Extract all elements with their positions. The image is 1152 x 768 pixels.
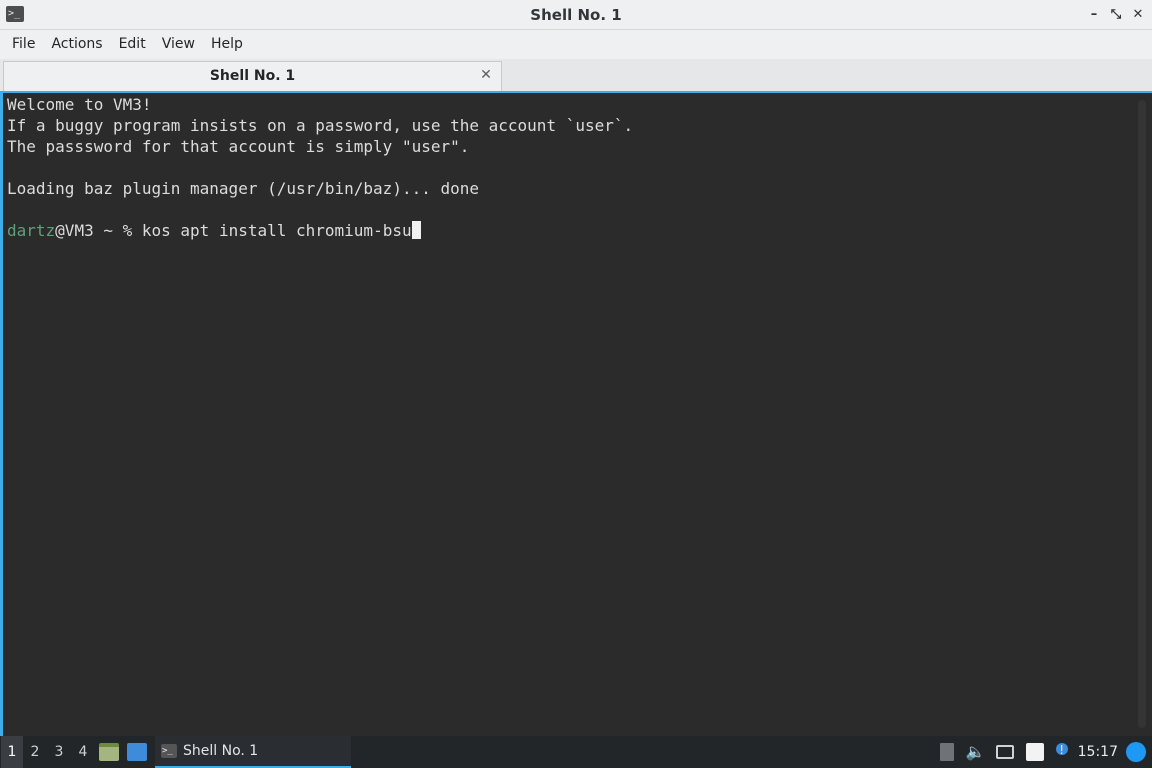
- volume-icon[interactable]: 🔈: [966, 743, 986, 761]
- taskbar: 1 2 3 4 >_ Shell No. 1 🔈 ! 15:17: [0, 736, 1152, 768]
- menu-help[interactable]: Help: [203, 30, 251, 59]
- window-title: Shell No. 1: [530, 6, 622, 24]
- menubar: File Actions Edit View Help: [0, 30, 1152, 59]
- file-manager-icon[interactable]: [99, 743, 119, 761]
- prompt-user: dartz: [7, 221, 56, 240]
- workspace-2[interactable]: 2: [23, 736, 47, 768]
- menu-view[interactable]: View: [154, 30, 203, 59]
- show-desktop-icon[interactable]: [127, 743, 147, 761]
- terminal-task-icon: >_: [161, 744, 177, 758]
- task-label: Shell No. 1: [183, 743, 259, 759]
- workspace-3[interactable]: 3: [47, 736, 71, 768]
- clipboard-icon[interactable]: [1025, 743, 1044, 761]
- minimize-button[interactable]: –: [1086, 6, 1102, 24]
- workspace-4[interactable]: 4: [71, 736, 95, 768]
- clock[interactable]: 15:17: [1078, 744, 1118, 760]
- terminal-line: If a buggy program insists on a password…: [7, 116, 634, 135]
- maximize-button[interactable]: ⤡: [1108, 6, 1124, 24]
- prompt-host-path: @VM3 ~ %: [55, 221, 142, 240]
- prompt-line: dartz@VM3 ~ % kos apt install chromium-b…: [7, 220, 1132, 241]
- system-tray: 🔈 ! 15:17: [934, 736, 1152, 768]
- terminal-line: Welcome to VM3!: [7, 95, 152, 114]
- window-titlebar: >_ Shell No. 1 – ⤡ ✕: [0, 0, 1152, 30]
- close-button[interactable]: ✕: [1130, 6, 1146, 24]
- terminal-output[interactable]: Welcome to VM3! If a buggy program insis…: [0, 93, 1136, 736]
- app-menu-icon[interactable]: [1126, 742, 1146, 762]
- workspace-1[interactable]: 1: [1, 736, 23, 768]
- tab-shell-1[interactable]: Shell No. 1 ✕: [3, 61, 502, 91]
- menu-edit[interactable]: Edit: [111, 30, 154, 59]
- window-controls: – ⤡ ✕: [1086, 6, 1146, 24]
- command-input[interactable]: kos apt install chromium-bsu: [142, 221, 412, 240]
- terminal-line: The passsword for that account is simply…: [7, 137, 470, 156]
- tab-close-icon[interactable]: ✕: [479, 66, 493, 84]
- update-notifier-icon[interactable]: !: [1055, 743, 1068, 757]
- terminal-line: Loading baz plugin manager (/usr/bin/baz…: [7, 179, 480, 198]
- text-cursor: [411, 221, 421, 239]
- tab-label: Shell No. 1: [209, 68, 296, 84]
- network-icon[interactable]: [995, 745, 1014, 759]
- scrollbar[interactable]: [1138, 100, 1146, 728]
- taskbar-task-shell[interactable]: >_ Shell No. 1: [155, 736, 351, 768]
- menu-file[interactable]: File: [4, 30, 43, 59]
- eject-icon[interactable]: [939, 743, 954, 761]
- tab-bar: Shell No. 1 ✕: [0, 59, 1152, 93]
- menu-actions[interactable]: Actions: [43, 30, 110, 59]
